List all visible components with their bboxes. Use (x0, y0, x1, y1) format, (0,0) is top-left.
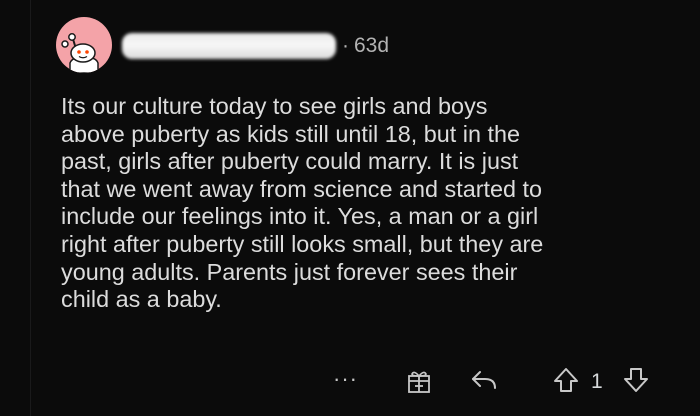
comment-line: young adults. Parents just forever sees … (61, 258, 518, 285)
comment-line: past, girls after puberty could marry. I… (61, 148, 519, 175)
comment-line: right after puberty still looks small, b… (61, 230, 544, 257)
reply-arrow-icon (472, 371, 496, 389)
user-avatar[interactable] (56, 17, 112, 73)
upvote-arrow-icon (554, 368, 578, 392)
reply-button[interactable] (470, 369, 498, 396)
downvote-arrow-icon (624, 368, 648, 392)
comment-line: above puberty as kids still until 18, bu… (61, 120, 520, 147)
upvote-button[interactable] (552, 366, 580, 399)
username-redacted[interactable] (122, 33, 336, 59)
comment-line: include our feelings into it. Yes, a man… (61, 203, 539, 230)
comment-line: child as a baby. (61, 286, 222, 313)
award-button[interactable] (406, 368, 432, 399)
meta-separator: · (342, 34, 349, 57)
ellipsis-icon: ··· (333, 366, 358, 391)
comment-body: Its our culture today to see girls and b… (61, 93, 691, 314)
more-options-button[interactable]: ··· (333, 366, 358, 392)
comment-meta: · 63d (342, 33, 389, 59)
vote-count: 1 (591, 370, 603, 393)
reddit-snoo-avatar-icon (61, 33, 99, 73)
comment-line: Its our culture today to see girls and b… (61, 93, 488, 119)
thread-line (30, 0, 31, 416)
downvote-button[interactable] (622, 366, 650, 399)
comment-line: that we went away from science and start… (61, 175, 543, 202)
comment-age: 63d (354, 34, 390, 57)
gift-award-icon (408, 371, 430, 393)
comment-actions: ··· 1 (0, 362, 700, 402)
